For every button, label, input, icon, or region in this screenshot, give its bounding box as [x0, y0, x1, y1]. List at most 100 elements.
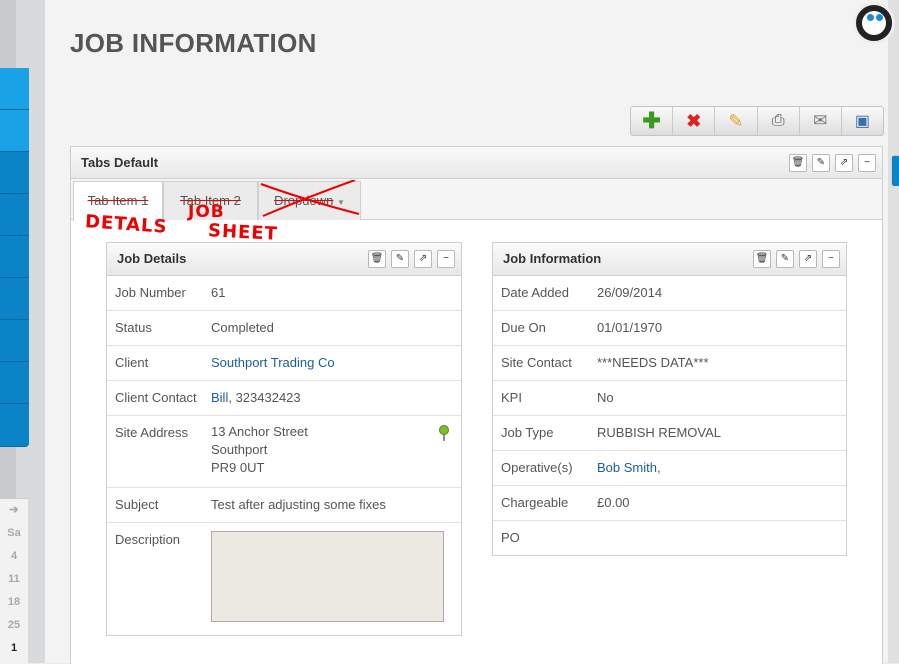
add-button[interactable]: ✚	[631, 107, 674, 135]
sidebar-nav-item-7[interactable]	[0, 320, 29, 362]
minimize-icon[interactable]: −	[858, 154, 876, 172]
subject-value: Test after adjusting some fixes	[211, 497, 386, 512]
tabs-panel-controls: 🗑 ✎ ⇗ −	[789, 154, 876, 172]
client-contact-phone: , 323432423	[228, 390, 301, 405]
client-label: Client	[115, 355, 149, 370]
site-contact-row: Site Contact ***NEEDS DATA***	[493, 346, 846, 381]
mini-calendar: ➔ Sa 4 11 18 25 1	[0, 498, 28, 664]
pencil-icon[interactable]: ✎	[776, 250, 794, 268]
sidebar-nav-item-4[interactable]	[0, 194, 29, 236]
map-pin-icon[interactable]	[439, 425, 449, 441]
sidebar-nav-item-5[interactable]	[0, 236, 29, 278]
job-details-panel: Job Details 🗑 ✎ ⇗ − Job Number 61 Status…	[106, 242, 462, 636]
sidebar-nav-item-6[interactable]	[0, 278, 29, 320]
operative-link[interactable]: Bob Smith	[597, 460, 657, 475]
client-contact-link[interactable]: Bill	[211, 390, 228, 405]
tabs-panel-header: Tabs Default 🗑 ✎ ⇗ −	[71, 147, 882, 179]
status-value: Completed	[211, 320, 274, 335]
right-scroll-strip	[888, 0, 899, 663]
calendar-day[interactable]: 18	[0, 591, 28, 614]
calendar-day[interactable]: 11	[0, 568, 28, 591]
trash-icon[interactable]: 🗑	[368, 250, 386, 268]
edit-icon: ✎	[728, 110, 744, 131]
description-label: Description	[115, 532, 181, 547]
email-button[interactable]: ✉	[800, 107, 842, 135]
pencil-icon[interactable]: ✎	[812, 154, 830, 172]
kpi-row: KPI No	[493, 381, 846, 416]
po-value	[597, 521, 846, 555]
page-title: JOB INFORMATION	[70, 28, 317, 58]
job-type-label: Job Type	[501, 425, 554, 440]
popout-icon[interactable]: ⇗	[799, 250, 817, 268]
operatives-suffix: ,	[656, 460, 661, 475]
calendar-next-arrow[interactable]: ➔	[0, 499, 28, 522]
add-icon: ✚	[642, 108, 661, 133]
job-information-title: Job Information	[503, 251, 602, 266]
job-number-label: Job Number	[115, 285, 186, 300]
trash-icon[interactable]: 🗑	[753, 250, 771, 268]
save-button[interactable]: ▣	[842, 107, 883, 135]
tab-dropdown[interactable]: Dropdown ▼	[258, 180, 361, 220]
job-information-controls: 🗑 ✎ ⇗ −	[753, 250, 840, 268]
delete-button[interactable]: ✖	[673, 107, 716, 135]
date-added-row: Date Added 26/09/2014	[493, 276, 846, 311]
sidebar-nav-item-1[interactable]	[0, 68, 29, 110]
job-number-row: Job Number 61	[107, 276, 461, 311]
chargeable-row: Chargeable £0.00	[493, 486, 846, 521]
date-added-label: Date Added	[501, 285, 569, 300]
delete-icon: ✖	[686, 110, 702, 131]
edit-button[interactable]: ✎	[715, 107, 758, 135]
due-on-label: Due On	[501, 320, 546, 335]
trash-icon[interactable]: 🗑	[789, 154, 807, 172]
popout-icon[interactable]: ⇗	[414, 250, 432, 268]
client-row: Client Southport Trading Co	[107, 346, 461, 381]
sidebar-nav-item-9[interactable]	[0, 404, 29, 447]
client-contact-label: Client Contact	[115, 390, 197, 405]
pencil-icon[interactable]: ✎	[391, 250, 409, 268]
due-on-value: 01/01/1970	[597, 320, 663, 335]
annotation-job: JOB	[188, 202, 225, 222]
site-contact-value: ***NEEDS DATA***	[597, 355, 709, 370]
print-button[interactable]: ⎙	[758, 107, 800, 135]
date-added-value: 26/09/2014	[597, 285, 663, 300]
calendar-day[interactable]: 1	[0, 637, 28, 660]
popout-icon[interactable]: ⇗	[835, 154, 853, 172]
minimize-icon[interactable]: −	[822, 250, 840, 268]
calendar-day-header: Sa	[7, 527, 21, 539]
annotation-cross	[260, 180, 360, 217]
print-icon: ⎙	[771, 112, 785, 129]
kpi-label: KPI	[501, 390, 522, 405]
site-address-line3: PR9 0UT	[211, 460, 265, 475]
site-address-row: Site Address 13 Anchor Street Southport …	[107, 416, 461, 488]
right-edge-tab[interactable]	[891, 155, 899, 186]
chargeable-label: Chargeable	[501, 495, 569, 510]
sidebar-nav-item-3[interactable]	[0, 152, 29, 194]
avatar-eye-right	[876, 14, 883, 21]
subject-label: Subject	[115, 497, 159, 512]
avatar[interactable]	[853, 2, 895, 44]
job-number-value: 61	[211, 285, 226, 300]
job-details-controls: 🗑 ✎ ⇗ −	[368, 250, 455, 268]
email-icon: ✉	[813, 111, 828, 130]
calendar-day[interactable]: 4	[0, 545, 28, 568]
avatar-eye-left	[867, 14, 874, 21]
site-address-line1: 13 Anchor Street	[211, 424, 308, 439]
chargeable-value: £0.00	[597, 495, 630, 510]
operatives-label: Operative(s)	[501, 460, 573, 475]
sidebar-nav-item-8[interactable]	[0, 362, 29, 404]
po-label: PO	[501, 530, 520, 545]
description-textarea[interactable]	[211, 531, 444, 622]
sidebar-nav-item-2[interactable]	[0, 110, 29, 152]
po-row: PO	[493, 521, 846, 555]
calendar-day[interactable]: 25	[0, 614, 28, 637]
due-on-row: Due On 01/01/1970	[493, 311, 846, 346]
site-address-line2: Southport	[211, 442, 268, 457]
save-icon: ▣	[854, 113, 870, 130]
action-toolbar: ✚ ✖ ✎ ⎙ ✉ ▣	[630, 106, 884, 136]
kpi-value: No	[597, 390, 614, 405]
job-type-row: Job Type RUBBISH REMOVAL	[493, 416, 846, 451]
client-contact-row: Client Contact Bill, 323432423	[107, 381, 461, 416]
minimize-icon[interactable]: −	[437, 250, 455, 268]
client-link[interactable]: Southport Trading Co	[211, 355, 335, 370]
status-row: Status Completed	[107, 311, 461, 346]
